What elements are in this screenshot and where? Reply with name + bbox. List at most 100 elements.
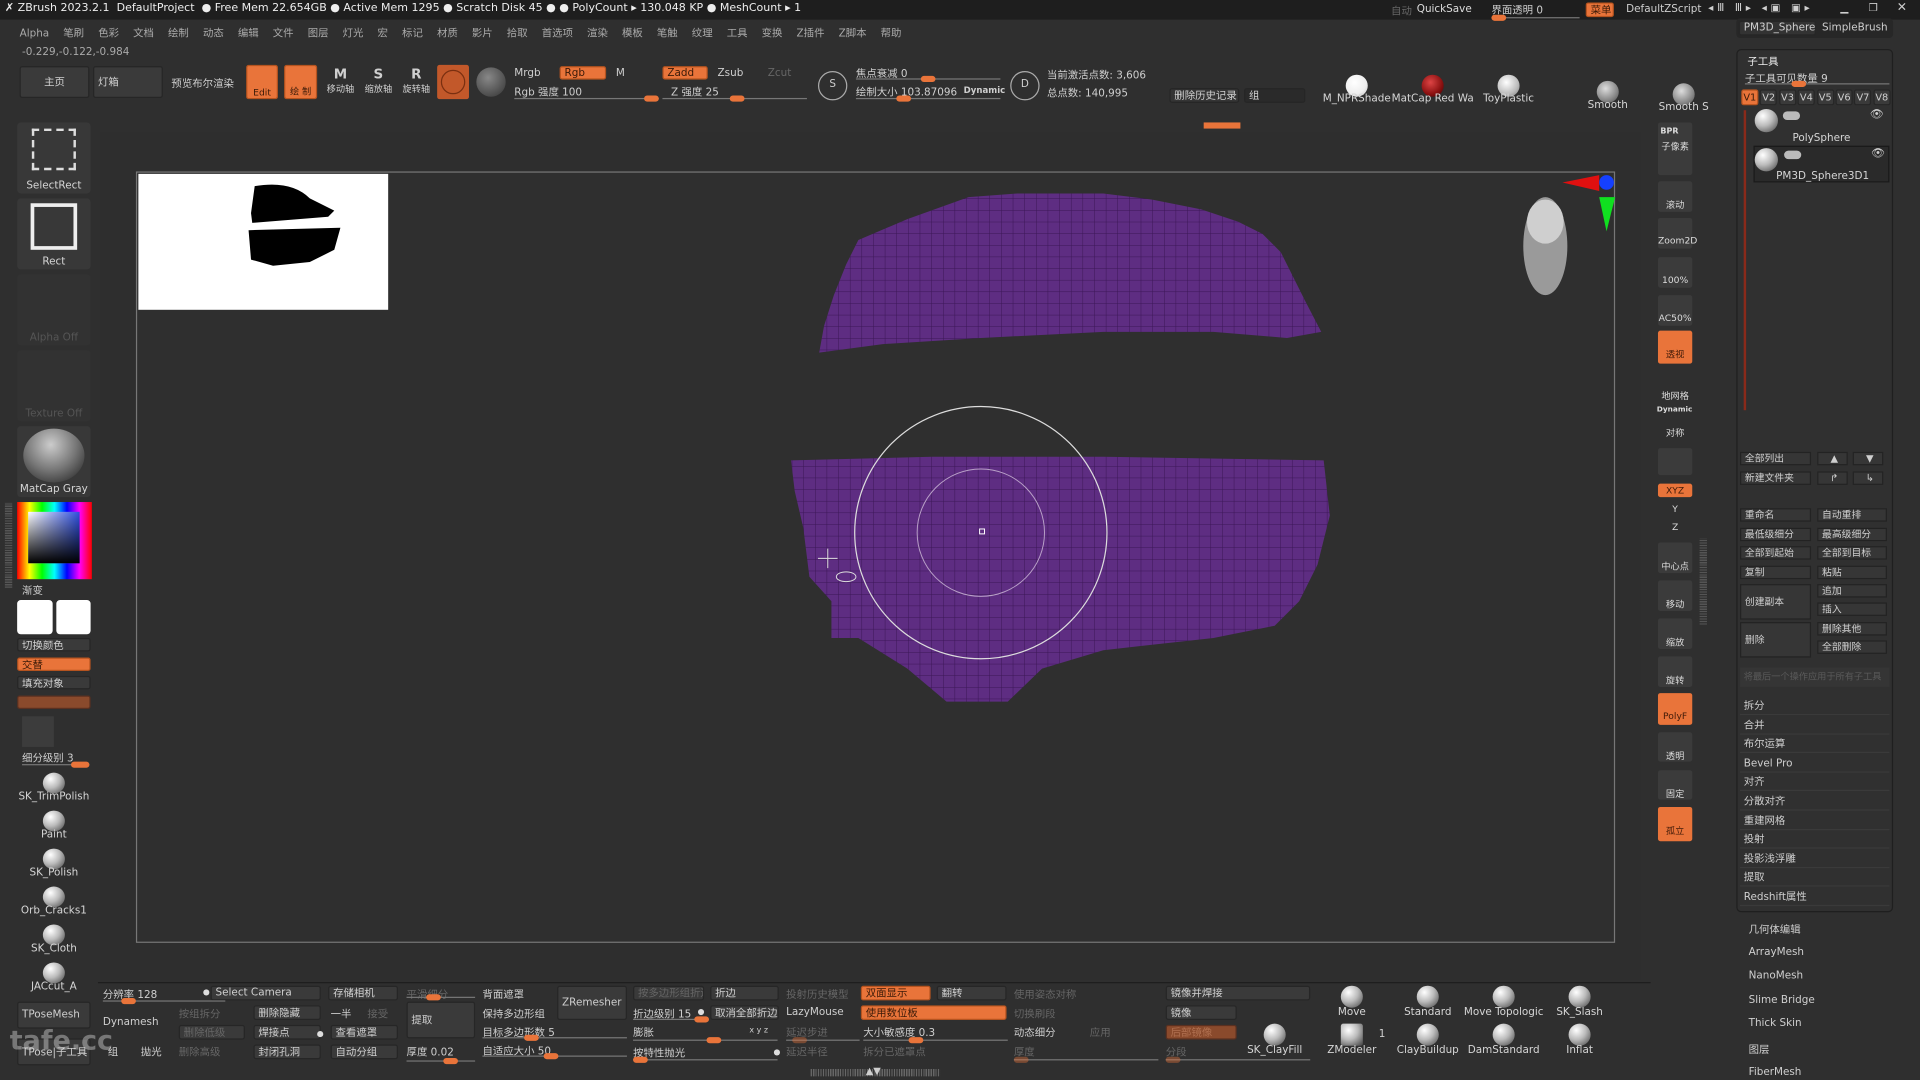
collapse-arrows-icon[interactable]: ▲▼ (866, 1065, 881, 1076)
subtool-action-button[interactable]: 粘贴 (1817, 565, 1887, 579)
menu-item[interactable]: 标记 (402, 28, 423, 40)
slider-knob[interactable] (1165, 1056, 1181, 1063)
slider-knob[interactable] (908, 1037, 924, 1044)
version-v5[interactable]: V5 (1816, 89, 1834, 106)
zremesher-button[interactable]: ZRemesher (557, 985, 627, 1021)
close-holes-button[interactable]: 封闭孔洞 (253, 1044, 321, 1060)
slider-knob[interactable] (633, 1056, 648, 1063)
project-history-label[interactable]: 投射历史模型 (786, 987, 848, 1001)
toggle-dot-icon[interactable] (773, 1049, 781, 1056)
menu-item[interactable]: 编辑 (238, 28, 259, 40)
version-v7[interactable]: V7 (1854, 89, 1872, 106)
subtool-item[interactable]: 👁 PM3D_Sphere3D1 (1753, 145, 1890, 183)
tool-subpalette-item[interactable]: ArrayMesh (1749, 946, 1804, 958)
slider-knob[interactable] (121, 997, 136, 1005)
version-v6[interactable]: V6 (1835, 89, 1853, 106)
toggle-dot-icon[interactable] (317, 1031, 324, 1038)
menu-item[interactable]: Z脚本 (839, 28, 867, 40)
color-picker[interactable] (17, 502, 92, 580)
subtool-menu-item[interactable]: 分散对齐 (1740, 793, 1890, 811)
brush-icon[interactable] (1416, 1023, 1439, 1046)
split-groups-label[interactable]: 按组拆分 (179, 1007, 221, 1021)
subtool-menu-item[interactable]: 布尔运算 (1740, 736, 1890, 754)
duplicate-button[interactable]: 创建副本 (1740, 584, 1812, 620)
use-tablet-button[interactable]: 使用数位板 (860, 1005, 1007, 1021)
view-tool-4[interactable]: 100% (1657, 257, 1693, 288)
delete-button[interactable]: 删除 (1740, 622, 1812, 658)
subtool-action-button[interactable]: 最高级细分 (1817, 527, 1887, 541)
timeline-marker[interactable] (1203, 122, 1241, 129)
accept-label[interactable]: 接受 (367, 1007, 388, 1021)
bottom-slider[interactable] (1165, 1056, 1311, 1063)
bottom-slider[interactable] (633, 1056, 778, 1063)
brush-icon[interactable] (1492, 985, 1515, 1008)
bottom-slider[interactable] (633, 1037, 778, 1044)
mrgb-button[interactable]: Mrgb (514, 67, 540, 79)
right-shelf-scroll-handle[interactable] (1699, 538, 1707, 625)
view-mask-button[interactable]: 查看遮罩 (330, 1024, 398, 1040)
menu-item[interactable]: 材质 (437, 28, 458, 40)
focal-shift-s-icon[interactable]: S (817, 71, 848, 101)
del-higher-label[interactable]: 删除高级 (179, 1044, 221, 1059)
restore-icon[interactable]: ❐ (1869, 2, 1878, 14)
ui-opacity-slider[interactable] (1491, 14, 1580, 21)
rgb-intensity-slider[interactable] (514, 95, 659, 102)
brush-label[interactable]: SK_Polish (5, 867, 103, 879)
color-square[interactable] (28, 511, 80, 564)
polygroup-toggle-icon[interactable] (1782, 111, 1801, 121)
menu-item[interactable]: 文档 (133, 28, 154, 40)
m-button[interactable]: M (616, 67, 625, 79)
menu-item[interactable]: 拾取 (507, 28, 528, 40)
brush-label[interactable]: Inflat (1531, 1044, 1629, 1056)
version-v4[interactable]: V4 (1797, 89, 1815, 106)
subtool-menu-item[interactable]: 提取 (1740, 870, 1890, 888)
focal-shift-slider[interactable] (855, 75, 1001, 83)
version-v2[interactable]: V2 (1760, 89, 1778, 106)
slider-knob[interactable] (792, 1037, 807, 1044)
menu-item[interactable]: 笔触 (657, 28, 678, 40)
lazymouse-label[interactable]: LazyMouse (786, 1007, 844, 1019)
brush-label[interactable]: JACcut_A (5, 981, 103, 993)
bottom-slider[interactable] (482, 1034, 627, 1041)
auto-group-button[interactable]: 自动分组 (330, 1044, 398, 1060)
subtool-menu-item[interactable]: Redshift属性 (1740, 889, 1890, 907)
rotate-axis-button[interactable]: R 旋转轴 (400, 66, 432, 95)
insert-button[interactable]: 插入 (1817, 602, 1887, 616)
slider-knob[interactable] (443, 1057, 458, 1065)
layout-arrows-icon[interactable]: ◂Ⅲ Ⅲ▸ ◂▣ ▣▸ (1708, 2, 1813, 14)
rgb-button[interactable]: Rgb (559, 66, 607, 80)
alpha-selector[interactable]: Alpha Off (17, 274, 91, 346)
subdiv-level-slider[interactable] (22, 761, 90, 768)
subtool-menu-item[interactable]: 投射 (1740, 832, 1890, 849)
apply-label[interactable]: 应用 (1090, 1025, 1111, 1039)
subtool-action-button[interactable]: 重命名 (1740, 508, 1812, 522)
visibility-eye-icon[interactable]: 👁 (1870, 109, 1884, 121)
back-mirror-button[interactable]: 后部镜像 (1165, 1024, 1237, 1040)
tool-tab-pm3d[interactable]: PM3D_Sphere3 (1738, 20, 1816, 36)
subtool-menu-item[interactable]: Bevel Pro (1740, 755, 1890, 773)
brush-label[interactable]: SK_Slash (1531, 1007, 1629, 1019)
menu-button[interactable]: 菜单 (1585, 2, 1614, 18)
brush-label[interactable]: Paint (5, 829, 103, 841)
tool-subpalette-item[interactable]: Thick Skin (1749, 1018, 1802, 1030)
menu-item[interactable]: 渲染 (587, 28, 608, 40)
menu-item[interactable]: 灯光 (343, 28, 364, 40)
menu-item[interactable]: 文件 (273, 28, 294, 40)
slider-knob[interactable] (694, 1016, 709, 1023)
slider-knob[interactable] (426, 994, 441, 1001)
crease-button[interactable]: 折边 (710, 985, 779, 1001)
bottom-slider[interactable] (102, 997, 226, 1005)
bottom-slider[interactable] (786, 1037, 860, 1044)
slider-knob[interactable] (1013, 1056, 1029, 1063)
delete-all-button[interactable]: 全部删除 (1817, 640, 1887, 654)
version-v1[interactable]: V1 (1741, 89, 1759, 106)
subtool-menu-item[interactable]: 合并 (1740, 717, 1890, 735)
view-tool-9[interactable] (1657, 448, 1693, 476)
draw-size-slider[interactable] (855, 95, 1001, 102)
subtool-menu-item[interactable]: 拆分 (1740, 698, 1890, 716)
tool-subpalette-item[interactable]: Slime Bridge (1749, 994, 1815, 1006)
view-tool-20[interactable]: 孤立 (1657, 806, 1693, 842)
material-sphere-button[interactable] (437, 64, 469, 100)
fill-object-button[interactable]: 填充对象 (17, 675, 91, 690)
tool-subpalette-item[interactable]: 几何体编辑 (1749, 922, 1801, 936)
